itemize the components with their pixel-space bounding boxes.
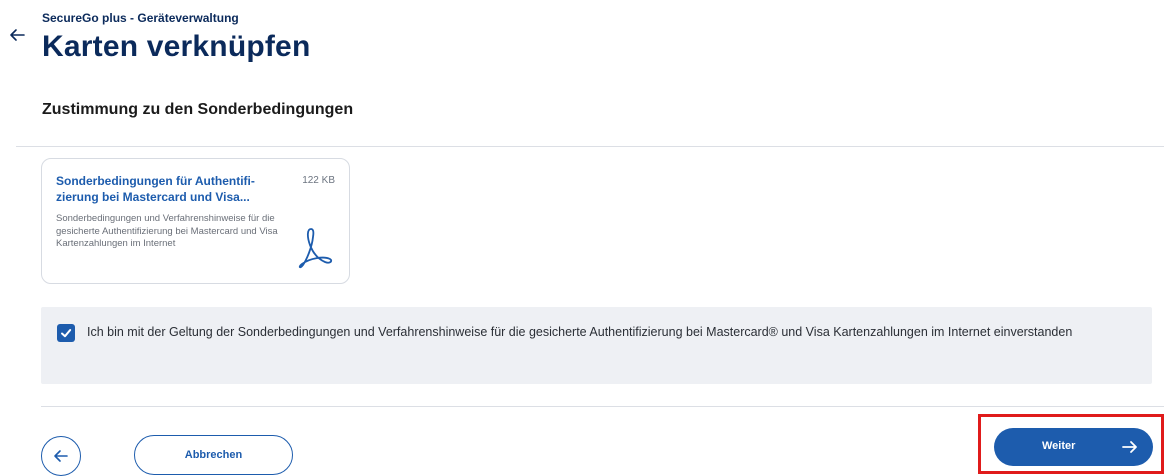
next-button-label: Weiter [1042, 440, 1076, 452]
consent-checkbox[interactable] [57, 324, 75, 342]
divider [16, 146, 1164, 147]
divider [41, 406, 1164, 407]
back-arrow-icon [54, 450, 68, 462]
document-card[interactable]: Sonderbedingungen für Authentifi-zierung… [41, 158, 350, 284]
document-title[interactable]: Sonderbedingungen für Authentifi-zierung… [56, 173, 296, 205]
back-arrow-icon[interactable] [8, 26, 26, 44]
document-size: 122 KB [302, 175, 335, 186]
arrow-right-icon [1122, 441, 1137, 453]
page-title: Karten verknüpfen [42, 30, 311, 63]
back-button[interactable] [41, 436, 81, 476]
checkmark-icon [61, 329, 72, 338]
section-heading: Zustimmung zu den Sonderbedingungen [42, 101, 354, 118]
consent-box: Ich bin mit der Geltung der Sonderbeding… [41, 307, 1152, 384]
app-subtitle: SecureGo plus - Geräteverwaltung [42, 11, 239, 25]
document-description: Sonderbedingungen und Verfahrenshinweise… [56, 213, 278, 249]
cancel-button[interactable]: Abbrechen [134, 435, 293, 475]
pdf-icon [298, 228, 333, 269]
consent-text[interactable]: Ich bin mit der Geltung der Sonderbeding… [87, 322, 1137, 343]
next-button[interactable]: Weiter [994, 428, 1153, 466]
